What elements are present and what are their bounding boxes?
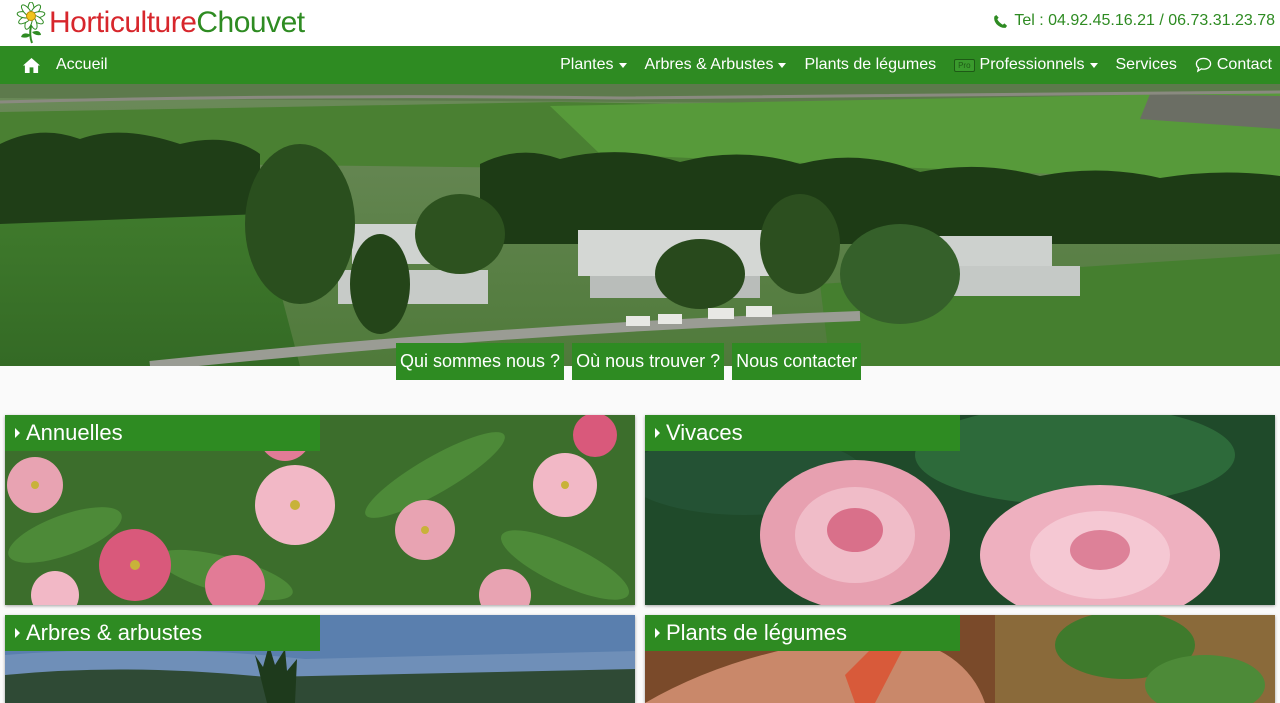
- caret-down-icon: [1089, 63, 1098, 68]
- nav-item-label: Professionnels: [979, 56, 1085, 73]
- phone-icon: [994, 14, 1008, 28]
- nav-item-label: Plantes: [560, 56, 614, 73]
- category-card-arbres-arbustes[interactable]: Arbres & arbustes: [5, 615, 635, 703]
- caret-down-icon: [618, 63, 627, 68]
- about-us-button[interactable]: Qui sommes nous ?: [396, 343, 565, 380]
- daisy-flower-icon: [16, 2, 46, 44]
- category-card-vivaces[interactable]: Vivaces: [645, 415, 1275, 605]
- site-header: HorticultureChouvet Tel : 04.92.45.16.21…: [0, 0, 1280, 46]
- nav-item-label: Arbres & Arbustes: [644, 56, 774, 73]
- site-logo[interactable]: HorticultureChouvet: [14, 2, 305, 44]
- category-card-annuelles[interactable]: Annuelles: [5, 415, 635, 605]
- nav-item-services[interactable]: Services: [1116, 56, 1177, 74]
- hero-landscape-illustration: [0, 84, 1280, 366]
- nav-menu: Plantes Arbres & Arbustes Plants de légu…: [542, 46, 1272, 84]
- category-label: Vivaces: [666, 420, 743, 445]
- category-title: Arbres & arbustes: [5, 615, 320, 651]
- nav-item-plantes[interactable]: Plantes: [560, 56, 627, 74]
- nav-home-label: Accueil: [56, 56, 108, 73]
- contact-us-button[interactable]: Nous contacter: [732, 343, 862, 380]
- nav-item-label: Plants de légumes: [804, 56, 937, 73]
- category-title: Vivaces: [645, 415, 960, 451]
- main-navbar: Accueil Plantes Arbres & Arbustes Plants…: [0, 46, 1280, 84]
- nav-home-link[interactable]: Accueil: [22, 46, 108, 84]
- caret-right-icon: [655, 628, 660, 638]
- category-label: Plants de légumes: [666, 620, 847, 645]
- home-icon: [23, 57, 40, 73]
- category-title: Annuelles: [5, 415, 320, 451]
- nav-item-label: Contact: [1216, 56, 1272, 73]
- hero-button-group: Qui sommes nous ? Où nous trouver ? Nous…: [396, 343, 862, 380]
- category-card-plants-legumes[interactable]: Plants de légumes: [645, 615, 1275, 703]
- nav-item-label: Services: [1115, 56, 1177, 73]
- find-us-button[interactable]: Où nous trouver ?: [572, 343, 725, 380]
- nav-item-contact[interactable]: Contact: [1195, 56, 1272, 74]
- caret-down-icon: [778, 63, 787, 68]
- nav-item-plants-legumes[interactable]: Plants de légumes: [804, 56, 936, 74]
- phone-number: Tel : 04.92.45.16.21 / 06.73.31.23.78: [1014, 12, 1275, 29]
- pro-badge-icon: Pro: [954, 58, 975, 72]
- caret-right-icon: [15, 428, 20, 438]
- category-label: Arbres & arbustes: [26, 620, 203, 645]
- category-label: Annuelles: [26, 420, 123, 445]
- caret-right-icon: [655, 428, 660, 438]
- brand-name-part1: Horticulture: [49, 6, 197, 39]
- caret-right-icon: [15, 628, 20, 638]
- chat-bubble-icon: [1195, 57, 1212, 73]
- category-title: Plants de légumes: [645, 615, 960, 651]
- phone-contact[interactable]: Tel : 04.92.45.16.21 / 06.73.31.23.78: [993, 12, 1275, 30]
- hero-banner-image: [0, 84, 1280, 366]
- brand-name: HorticultureChouvet: [49, 2, 305, 44]
- nav-item-arbres-arbustes[interactable]: Arbres & Arbustes: [645, 56, 787, 74]
- brand-name-part2: Chouvet: [196, 6, 305, 39]
- nav-item-professionnels[interactable]: Pro Professionnels: [954, 56, 1098, 74]
